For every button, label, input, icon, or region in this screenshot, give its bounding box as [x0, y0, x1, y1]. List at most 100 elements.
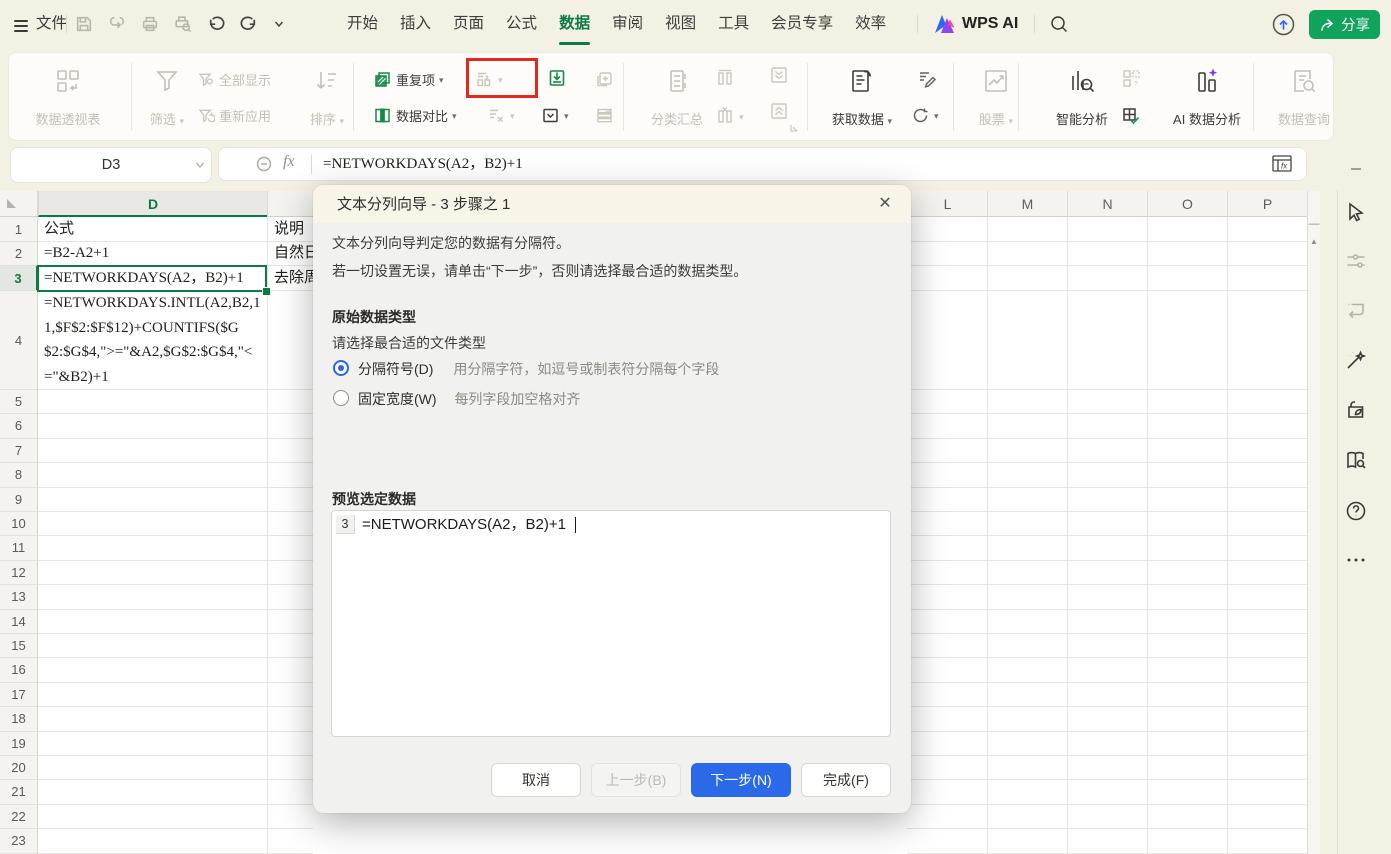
simulate-button[interactable]: ? [1121, 68, 1141, 88]
menu-tab[interactable]: 页面 [442, 0, 495, 48]
row-header[interactable]: 2 [0, 242, 38, 266]
scrollbar-up-icon[interactable]: ▲ [1308, 237, 1320, 246]
reapply-button[interactable]: 重新应用 [197, 106, 271, 125]
menu-tab[interactable]: 公式 [495, 0, 548, 48]
column-header[interactable]: O [1147, 191, 1227, 217]
export-icon[interactable] [107, 14, 127, 34]
scrollbar-split-icon[interactable]: — [1308, 219, 1320, 229]
row-header[interactable]: 20 [0, 756, 38, 780]
collapse-sidebar-icon[interactable] [1344, 157, 1368, 181]
solver-button[interactable] [1121, 106, 1141, 126]
sliders-icon[interactable] [1344, 249, 1368, 273]
chevron-down-icon[interactable] [272, 17, 286, 31]
row-header[interactable]: 17 [0, 683, 38, 707]
row-header[interactable]: 21 [0, 780, 38, 804]
row-header[interactable]: 11 [0, 536, 38, 560]
get-data-button[interactable]: 获取数据 ▾ [822, 61, 902, 133]
expand-detail-button[interactable] [769, 65, 789, 85]
row-header[interactable]: 14 [0, 610, 38, 634]
undo-icon[interactable] [206, 14, 226, 34]
refresh-button[interactable]: ▾ [911, 106, 939, 125]
data-query-button[interactable]: 数据查询 [1264, 61, 1344, 133]
row-header[interactable]: 12 [0, 561, 38, 585]
compare-button[interactable]: 数据对比 ▾ [373, 106, 457, 125]
column-header[interactable] [267, 191, 313, 217]
row-header[interactable]: 16 [0, 658, 38, 682]
formula-bar[interactable]: fx =NETWORKDAYS(A2，B2)+1 fx [218, 147, 1307, 181]
next-button[interactable]: 下一步(N) [691, 763, 791, 797]
loop-icon[interactable] [1344, 298, 1368, 322]
row-header[interactable]: 22 [0, 805, 38, 829]
column-header[interactable]: N [1067, 191, 1147, 217]
wps-ai-label[interactable]: WPS AI [962, 0, 1018, 48]
import-data-button[interactable] [547, 68, 567, 88]
reader-search-icon[interactable] [1344, 448, 1368, 472]
cloud-upload-icon[interactable] [1271, 12, 1296, 37]
row-header[interactable]: 15 [0, 634, 38, 658]
row-header[interactable]: 7 [0, 439, 38, 463]
formula-input[interactable]: =NETWORKDAYS(A2，B2)+1 [323, 148, 523, 180]
row-header[interactable]: 3 [0, 266, 38, 291]
menu-tab[interactable]: 审阅 [601, 0, 654, 48]
menu-icon[interactable] [14, 17, 28, 35]
back-button[interactable]: 上一步(B) [591, 763, 681, 797]
row-header[interactable]: 23 [0, 829, 38, 853]
menu-tab[interactable]: 会员专享 [760, 0, 844, 48]
row-header[interactable]: 19 [0, 732, 38, 756]
insert-cells-button[interactable] [595, 70, 614, 89]
finish-button[interactable]: 完成(F) [801, 763, 891, 797]
dialog-launcher-icon[interactable] [789, 123, 799, 133]
cancel-button[interactable]: 取消 [491, 763, 581, 797]
file-menu[interactable]: 文件 [36, 0, 67, 48]
menu-tab[interactable]: 视图 [654, 0, 707, 48]
menu-tab[interactable]: 开始 [336, 0, 389, 48]
validation-button[interactable]: ▾ [487, 106, 515, 125]
cell-d4[interactable]: =NETWORKDAYS.INTL(A2,B2,11,$F$2:$F$12)+C… [38, 291, 267, 390]
insert-function-panel-icon[interactable]: fx [1271, 154, 1293, 174]
row-header[interactable]: 6 [0, 414, 38, 438]
row-header[interactable]: 8 [0, 463, 38, 487]
row-header[interactable]: 13 [0, 585, 38, 609]
redo-icon[interactable] [239, 14, 259, 34]
print-preview-icon[interactable] [173, 14, 193, 34]
vertical-scrollbar[interactable]: — ▲ [1307, 191, 1320, 854]
dropdown-list-button[interactable]: ▾ [541, 106, 569, 125]
smart-analysis-button[interactable]: 智能分析 [1042, 61, 1122, 133]
collapse-detail-button[interactable] [769, 101, 789, 121]
radio-delimited[interactable] [333, 360, 349, 376]
cursor-icon[interactable] [1344, 200, 1368, 224]
cell-d1[interactable]: 公式 [38, 217, 267, 242]
filter-button[interactable]: 筛选 ▾ [127, 61, 207, 133]
magic-wand-icon[interactable] [1344, 348, 1368, 372]
chevron-down-icon[interactable] [194, 148, 206, 182]
more-icon[interactable] [1344, 548, 1368, 572]
fill-handle[interactable] [262, 287, 271, 296]
group-button[interactable] [715, 68, 735, 88]
ungroup-button[interactable]: ▾ [715, 106, 744, 126]
menu-tab-active[interactable]: 数据 [548, 0, 601, 48]
save-icon[interactable] [74, 14, 94, 34]
menu-tab[interactable]: 工具 [707, 0, 760, 48]
subtotal-button[interactable]: 分类汇总 [637, 61, 717, 133]
share-button[interactable]: 分享 [1309, 10, 1380, 39]
name-box[interactable]: D3 [10, 147, 212, 183]
row-header[interactable]: 10 [0, 512, 38, 536]
cell-e3[interactable]: 去除周 [268, 266, 313, 291]
column-header-selected[interactable]: D [38, 191, 267, 217]
show-all-button[interactable]: 全部显示 [197, 70, 271, 89]
duplicates-button[interactable]: 重复项 ▾ [373, 70, 444, 89]
help-icon[interactable] [1344, 499, 1368, 523]
cell-e2[interactable]: 自然日 [268, 242, 313, 266]
cell-d2[interactable]: =B2-A2+1 [38, 242, 267, 266]
column-header[interactable]: P [1227, 191, 1307, 217]
print-icon[interactable] [140, 14, 160, 34]
sort-button[interactable]: 排序 ▾ [287, 61, 367, 133]
search-icon[interactable] [1048, 13, 1070, 35]
eco-icon[interactable] [1344, 398, 1368, 422]
wps-ai-logo[interactable] [934, 14, 956, 34]
column-header[interactable]: L [907, 191, 987, 217]
edit-links-button[interactable] [917, 68, 937, 88]
row-header[interactable]: 1 [0, 217, 38, 242]
close-icon[interactable]: ✕ [875, 194, 895, 214]
preview-box[interactable]: 3 =NETWORKDAYS(A2，B2)+1 [331, 510, 891, 737]
